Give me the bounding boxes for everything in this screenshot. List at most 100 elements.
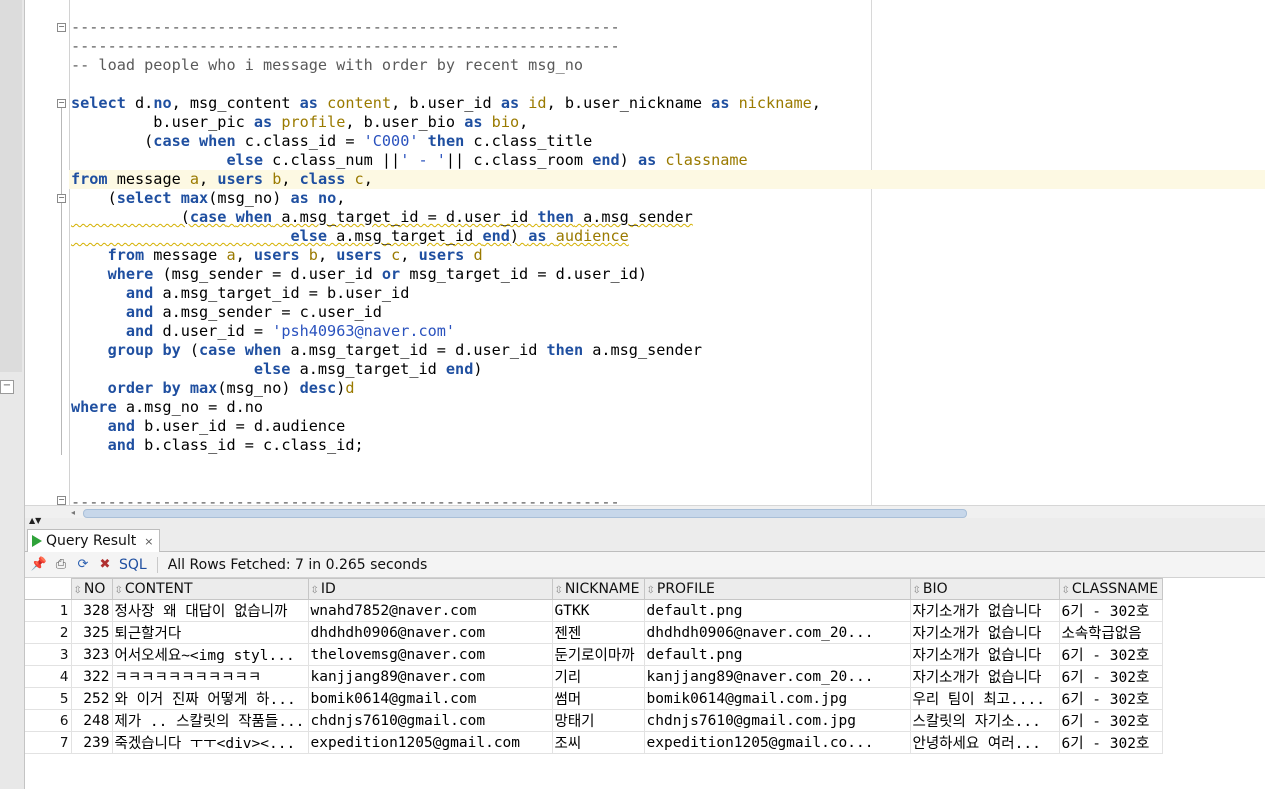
code-line[interactable]: and b.user_id = d.audience <box>71 417 821 436</box>
code-line[interactable]: and d.user_id = 'psh40963@naver.com' <box>71 322 821 341</box>
sort-icon[interactable]: ⇳ <box>913 585 921 596</box>
panel-splitter[interactable]: ▲▼ <box>25 516 1265 527</box>
sort-icon[interactable]: ⇳ <box>555 585 563 596</box>
cell-id[interactable]: dhdhdh0906@naver.com <box>307 621 553 644</box>
editor-horizontal-scrollbar[interactable]: ◂ <box>25 505 1265 519</box>
cell-content[interactable]: 와 이거 진짜 어떻게 하... <box>111 687 309 710</box>
print-icon[interactable]: ⎙ <box>53 557 69 573</box>
table-row[interactable]: 4 322 ㅋㅋㅋㅋㅋㅋㅋㅋㅋㅋㅋ kanjjang89@naver.com 기리 kan… <box>25 665 1163 688</box>
cell-id[interactable]: wnahd7852@naver.com <box>307 599 553 622</box>
cell-bio[interactable]: 자기소개가 없습니다 <box>909 665 1060 688</box>
table-row[interactable]: 3 323 어서오세요~<img styl... thelovemsg@naver.c… <box>25 643 1163 666</box>
collapse-icon[interactable]: − <box>0 380 14 394</box>
code-line[interactable] <box>71 455 821 474</box>
cell-no[interactable]: 323 <box>70 643 113 666</box>
code-line[interactable]: where (msg_sender = d.user_id or msg_tar… <box>71 265 821 284</box>
column-header-bio[interactable]: ⇳ BIO <box>909 578 1060 600</box>
cell-id[interactable]: chdnjs7610@gmail.com <box>307 709 553 732</box>
cell-content[interactable]: 퇴근할거다 <box>111 621 309 644</box>
cell-classname[interactable]: 6기 - 302호 <box>1058 643 1163 666</box>
column-header-classname[interactable]: ⇳ CLASSNAME <box>1058 578 1163 600</box>
refresh-icon[interactable]: ⟳ <box>75 557 91 573</box>
cell-classname[interactable]: 6기 - 302호 <box>1058 731 1163 754</box>
cell-bio[interactable]: 자기소개가 없습니다 <box>909 621 1060 644</box>
sort-icon[interactable]: ⇳ <box>74 585 82 596</box>
cell-no[interactable]: 252 <box>70 687 113 710</box>
row-number[interactable]: 5 <box>25 687 72 710</box>
row-number[interactable]: 2 <box>25 621 72 644</box>
cell-id[interactable]: thelovemsg@naver.com <box>307 643 553 666</box>
cell-nickname[interactable]: 썸머 <box>551 687 645 710</box>
splitter-arrows-icon[interactable]: ▲▼ <box>29 516 41 525</box>
cell-no[interactable]: 248 <box>70 709 113 732</box>
code-line[interactable]: from message a, users b, users c, users … <box>71 246 821 265</box>
row-number[interactable]: 1 <box>25 599 72 622</box>
cell-nickname[interactable]: GTKK <box>551 599 645 622</box>
cell-classname[interactable]: 6기 - 302호 <box>1058 709 1163 732</box>
code-line[interactable]: and b.class_id = c.class_id; <box>71 436 821 455</box>
cell-nickname[interactable]: 망태기 <box>551 709 645 732</box>
scroll-left-icon[interactable]: ◂ <box>71 508 75 517</box>
cell-classname[interactable]: 6기 - 302호 <box>1058 665 1163 688</box>
row-number[interactable]: 6 <box>25 709 72 732</box>
code-line[interactable]: else c.class_num ||' - '|| c.class_room … <box>71 151 821 170</box>
cell-id[interactable]: expedition1205@gmail.com <box>307 731 553 754</box>
sort-icon[interactable]: ⇳ <box>115 585 123 596</box>
code-line[interactable] <box>71 75 821 94</box>
cell-bio[interactable]: 안녕하세요 여러... <box>909 731 1060 754</box>
code-line[interactable]: select d.no, msg_content as content, b.u… <box>71 94 821 113</box>
code-line[interactable]: and a.msg_sender = c.user_id <box>71 303 821 322</box>
sort-icon[interactable]: ⇳ <box>311 585 319 596</box>
fold-icon[interactable]: − <box>57 23 66 32</box>
export-icon[interactable]: ✖ <box>97 557 113 573</box>
cell-content[interactable]: 죽겠습니다 ㅜㅜ<div><... <box>111 731 309 754</box>
cell-no[interactable]: 239 <box>70 731 113 754</box>
cell-content[interactable]: ㅋㅋㅋㅋㅋㅋㅋㅋㅋㅋㅋ <box>111 665 309 688</box>
code-line[interactable]: group by (case when a.msg_target_id = d.… <box>71 341 821 360</box>
cell-no[interactable]: 328 <box>70 599 113 622</box>
cell-content[interactable]: 어서오세요~<img styl... <box>111 643 309 666</box>
code-line[interactable]: ----------------------------------------… <box>71 37 821 56</box>
sort-icon[interactable]: ⇳ <box>1062 585 1070 596</box>
cell-profile[interactable]: default.png <box>643 599 911 622</box>
column-header-nickname[interactable]: ⇳ NICKNAME <box>551 578 645 600</box>
code-line[interactable]: order by max(msg_no) desc)d <box>71 379 821 398</box>
scrollbar-thumb[interactable] <box>83 509 967 518</box>
code-line[interactable]: ----------------------------------------… <box>71 18 821 37</box>
sql-button[interactable]: SQL <box>119 557 147 573</box>
code-line[interactable] <box>71 474 821 493</box>
code-line[interactable]: b.user_pic as profile, b.user_bio as bio… <box>71 113 821 132</box>
cell-classname[interactable]: 6기 - 302호 <box>1058 599 1163 622</box>
code-text[interactable]: ----------------------------------------… <box>69 18 1265 505</box>
table-row[interactable]: 6 248 제가 .. 스칼릿의 작품들... chdnjs7610@gmail.co… <box>25 709 1163 732</box>
row-number[interactable]: 3 <box>25 643 72 666</box>
cell-classname[interactable]: 소속학급없음 <box>1058 621 1163 644</box>
fold-icon[interactable]: − <box>57 99 66 108</box>
cell-nickname[interactable]: 젠젠 <box>551 621 645 644</box>
code-line[interactable]: else a.msg_target_id end) <box>71 360 821 379</box>
tab-query-result[interactable]: Query Result × <box>27 529 161 552</box>
column-header-no[interactable]: ⇳ NO <box>70 578 113 600</box>
fold-icon[interactable]: − <box>57 496 66 505</box>
cell-profile[interactable]: default.png <box>643 643 911 666</box>
code-line[interactable]: where a.msg_no = d.no <box>71 398 821 417</box>
cell-profile[interactable]: kanjjang89@naver.com_20... <box>643 665 911 688</box>
results-grid[interactable]: ⇳ NO ⇳ CONTENT ⇳ ID ⇳ NICKNAME ⇳ PROFILE ⇳ BIO ⇳ CLAS… <box>25 578 1265 789</box>
pin-icon[interactable]: 📌 <box>31 557 47 573</box>
table-row[interactable]: 2 325 퇴근할거다 dhdhdh0906@naver.com 젠젠 dhdhdh090… <box>25 621 1163 644</box>
table-row[interactable]: 5 252 와 이거 진짜 어떻게 하... bomik0614@gmail.com 썸… <box>25 687 1163 710</box>
cell-no[interactable]: 322 <box>70 665 113 688</box>
cell-bio[interactable]: 우리 팀이 최고.... <box>909 687 1060 710</box>
column-header-id[interactable]: ⇳ ID <box>307 578 553 600</box>
cell-bio[interactable]: 자기소개가 없습니다 <box>909 643 1060 666</box>
cell-classname[interactable]: 6기 - 302호 <box>1058 687 1163 710</box>
cell-content[interactable]: 정사장 왜 대답이 없습니까 <box>111 599 309 622</box>
code-line[interactable]: from message a, users b, class c, <box>69 170 1265 189</box>
sort-icon[interactable]: ⇳ <box>647 585 655 596</box>
cell-nickname[interactable]: 조씨 <box>551 731 645 754</box>
cell-profile[interactable]: chdnjs7610@gmail.com.jpg <box>643 709 911 732</box>
cell-id[interactable]: kanjjang89@naver.com <box>307 665 553 688</box>
code-line[interactable]: -- load people who i message with order … <box>71 56 821 75</box>
table-row[interactable]: 1 328 정사장 왜 대답이 없습니까 wnahd7852@naver.com GTK… <box>25 599 1163 622</box>
code-line[interactable]: (case when a.msg_target_id = d.user_id t… <box>71 208 821 227</box>
